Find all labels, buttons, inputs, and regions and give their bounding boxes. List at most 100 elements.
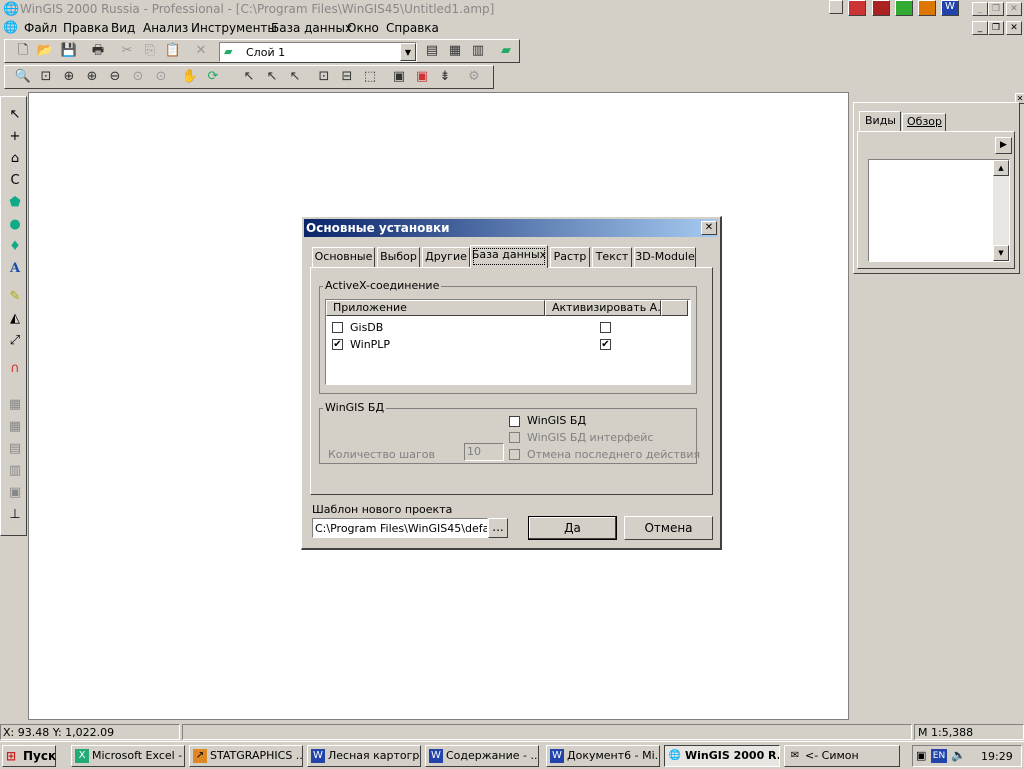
play-arrow-icon[interactable]: ▶: [995, 137, 1012, 154]
move-icon[interactable]: ⇟: [435, 67, 455, 87]
task-wingis[interactable]: 🌐 WinGIS 2000 R...: [664, 745, 780, 767]
scale-icon[interactable]: ⤢: [5, 331, 25, 351]
tab-raster[interactable]: Растр: [550, 247, 590, 267]
views-list[interactable]: ▲ ▼: [868, 159, 1010, 262]
select-inside-icon[interactable]: ⊡: [314, 67, 334, 87]
layer-manager-icon[interactable]: ▤: [422, 41, 442, 61]
tab-views[interactable]: Виды: [859, 111, 901, 131]
pan-hand-icon[interactable]: ✋: [180, 67, 200, 87]
database-tool-1-icon[interactable]: ▦: [5, 395, 25, 415]
settings-gear-icon[interactable]: ⚙: [464, 67, 484, 87]
task-forest-map[interactable]: W Лесная картогр...: [307, 745, 421, 767]
menu-window[interactable]: Окно: [347, 21, 379, 35]
doc-globe-icon[interactable]: 🌐: [3, 20, 18, 34]
zoom-all-icon[interactable]: ⊕: [59, 67, 79, 87]
database-tool-3-icon[interactable]: ▤: [5, 439, 25, 459]
cancel-button[interactable]: Отмена: [624, 516, 713, 540]
polygon-icon[interactable]: ⬟: [5, 193, 25, 213]
word-quick-icon[interactable]: W: [941, 0, 959, 16]
tray-app-icon-2[interactable]: [872, 0, 890, 16]
table-row[interactable]: GisDB: [326, 320, 688, 336]
menu-database[interactable]: База данных: [271, 21, 352, 35]
magnet-icon[interactable]: ∩: [5, 359, 25, 379]
save-icon[interactable]: 💾: [59, 41, 79, 61]
task-statgraphics[interactable]: ↗ STATGRAPHICS ...: [189, 745, 303, 767]
refresh-icon[interactable]: ⟳: [203, 67, 223, 87]
task-contents[interactable]: W Содержание - ...: [425, 745, 539, 767]
copy-icon[interactable]: ⎘: [140, 41, 160, 61]
tray-app-icon-1[interactable]: [848, 0, 866, 16]
text-tool-icon[interactable]: A: [5, 259, 25, 279]
restore-button[interactable]: ❐: [988, 2, 1004, 16]
column-header-application[interactable]: Приложение: [326, 300, 545, 316]
zoom-previous-icon[interactable]: ⊙: [128, 67, 148, 87]
browse-button[interactable]: ...: [488, 518, 508, 538]
close-button[interactable]: ✕: [1006, 2, 1022, 16]
layer-select[interactable]: ▰ Слой 1 ▼: [219, 42, 417, 62]
task-excel[interactable]: X Microsoft Excel - ...: [71, 745, 185, 767]
dialog-close-icon[interactable]: ✕: [701, 221, 717, 235]
scroll-up-icon[interactable]: ▲: [993, 160, 1009, 176]
wingis-db-interface-checkbox[interactable]: [509, 432, 520, 443]
pointer-icon[interactable]: ↖: [5, 105, 25, 125]
steps-input[interactable]: 10: [464, 443, 504, 461]
doc-minimize-button[interactable]: _: [972, 21, 988, 35]
layer-styles-icon[interactable]: ▰: [496, 41, 516, 61]
winplp-checkbox[interactable]: ✔: [332, 339, 343, 350]
excel-quick-icon[interactable]: [895, 0, 913, 16]
delete-icon[interactable]: ✕: [191, 41, 211, 61]
doc-restore-button[interactable]: ❐: [988, 21, 1004, 35]
snap-off-icon[interactable]: ▣: [412, 67, 432, 87]
edit-node-icon[interactable]: ◭: [5, 309, 25, 329]
print-icon[interactable]: 🖶: [88, 41, 108, 61]
zoom-out-icon[interactable]: ⊖: [105, 67, 125, 87]
wingis-db-checkbox[interactable]: [509, 416, 520, 427]
chevron-down-icon[interactable]: ▼: [400, 43, 416, 61]
ok-button[interactable]: Да: [528, 516, 617, 540]
zoom-in-icon[interactable]: ⊕: [82, 67, 102, 87]
app-tray-icon[interactable]: [829, 0, 843, 14]
undo-checkbox[interactable]: [509, 449, 520, 460]
select-polygon-icon[interactable]: ↖: [285, 67, 305, 87]
tab-database[interactable]: База данных: [470, 245, 548, 268]
tab-other[interactable]: Другие: [422, 247, 470, 267]
new-file-icon[interactable]: 🗋: [13, 41, 33, 61]
menu-tools[interactable]: Инструменты: [191, 21, 277, 35]
doc-close-button[interactable]: ✕: [1006, 21, 1022, 35]
scroll-down-icon[interactable]: ▼: [993, 245, 1009, 261]
volume-icon[interactable]: 🔈: [951, 748, 966, 762]
language-indicator[interactable]: EN: [931, 749, 947, 763]
database-tool-4-icon[interactable]: ▥: [5, 461, 25, 481]
minimize-button[interactable]: _: [972, 2, 988, 16]
template-input[interactable]: C:\Program Files\WinGIS45\default: [312, 518, 488, 538]
menu-edit[interactable]: Правка: [63, 21, 109, 35]
deselect-icon[interactable]: ⊟: [337, 67, 357, 87]
database-tool-5-icon[interactable]: ▣: [5, 483, 25, 503]
circle-icon[interactable]: ●: [5, 215, 25, 235]
zoom-window-icon[interactable]: ⊡: [36, 67, 56, 87]
select-arrow-icon[interactable]: ↖: [239, 67, 259, 87]
table-row[interactable]: ✔ WinPLP ✔: [326, 337, 688, 353]
menu-analysis[interactable]: Анализ: [143, 21, 188, 35]
zoom-icon[interactable]: 🔍: [13, 67, 33, 87]
snap-icon[interactable]: ▣: [389, 67, 409, 87]
layer-properties-icon[interactable]: ▦: [445, 41, 465, 61]
tab-text[interactable]: Текст: [592, 247, 632, 267]
database-tool-2-icon[interactable]: ▦: [5, 417, 25, 437]
task-document6[interactable]: W Документ6 - Mi...: [546, 745, 660, 767]
views-list-scrollbar[interactable]: ▲ ▼: [993, 160, 1009, 261]
menu-help[interactable]: Справка: [386, 21, 439, 35]
paste-icon[interactable]: 📋: [163, 41, 183, 61]
column-header-activate[interactable]: Активизировать А...: [545, 300, 661, 316]
zoom-next-icon[interactable]: ⊙: [151, 67, 171, 87]
select-circle-icon[interactable]: ↖: [262, 67, 282, 87]
polyline-icon[interactable]: ⌂: [5, 149, 25, 169]
select-all-icon[interactable]: ⬚: [360, 67, 380, 87]
measure-icon[interactable]: ✎: [5, 287, 25, 307]
gisdb-activate-checkbox[interactable]: [600, 322, 611, 333]
gisdb-checkbox[interactable]: [332, 322, 343, 333]
split-icon[interactable]: ⊥: [5, 505, 25, 525]
point-icon[interactable]: +: [5, 127, 25, 147]
task-simon[interactable]: ✉ <- Симон: [784, 745, 900, 767]
open-folder-icon[interactable]: 📂: [35, 41, 55, 61]
